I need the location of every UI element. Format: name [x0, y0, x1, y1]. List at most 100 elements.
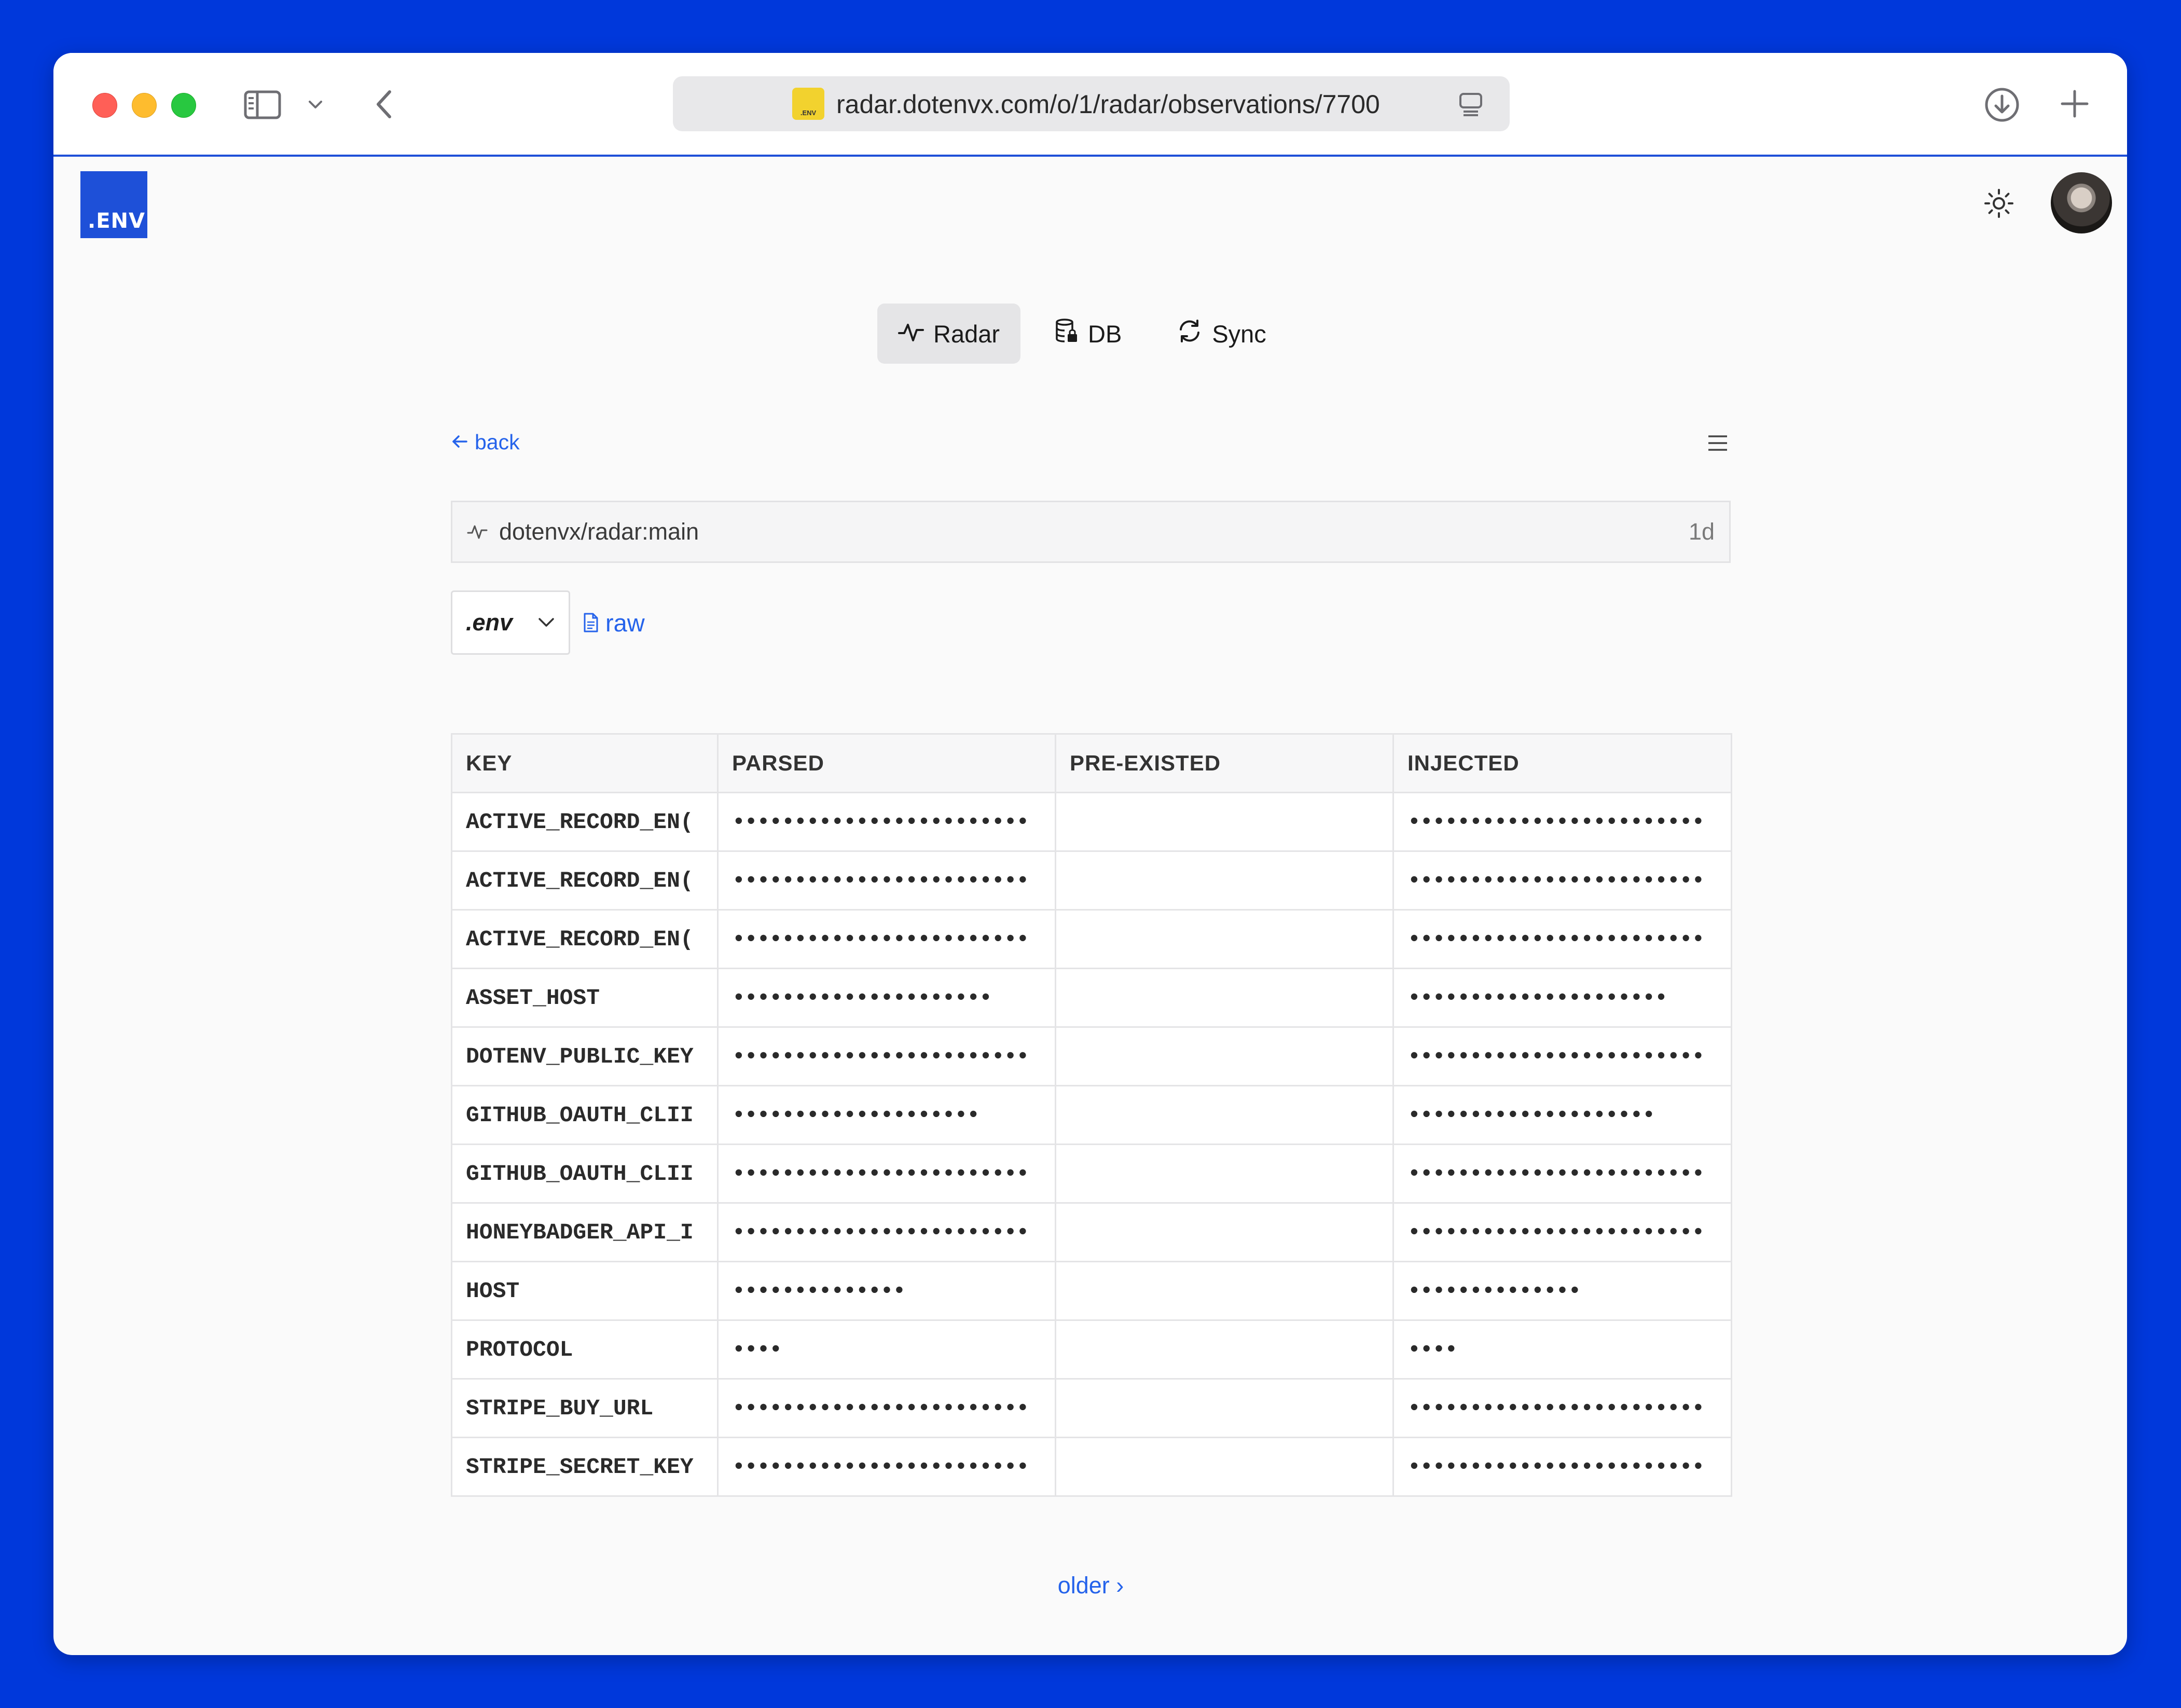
browser-window: .ENV radar.dotenvx.com/o/1/radar/observa… [53, 53, 2127, 1655]
injected-value[interactable]: •••••••••••••••••••••••• [1392, 1437, 1732, 1497]
parsed-value[interactable]: •••••••••••••••••••••••• [717, 909, 1056, 969]
back-link[interactable]: back [451, 430, 520, 454]
raw-link[interactable]: raw [583, 590, 645, 655]
sync-icon [1177, 318, 1203, 350]
chevron-down-icon [537, 617, 555, 628]
parsed-value[interactable]: •••••••••••••••••••••••• [717, 850, 1056, 911]
table-row: HONEYBADGER_API_I •••••••••••••••••••••••… [451, 1202, 1732, 1262]
injected-value[interactable]: •••••••••••••• [1392, 1261, 1732, 1321]
parsed-value[interactable]: •••••••••••••••••••••••• [717, 1026, 1056, 1086]
theme-toggle-sun-icon[interactable] [1978, 183, 2020, 224]
table-row: ACTIVE_RECORD_EN(•••••••••••••••••••••••… [451, 850, 1732, 911]
nav-tab-label: Radar [933, 320, 1000, 348]
older-pagination-link[interactable]: older › [451, 1572, 1731, 1599]
chevron-down-icon[interactable] [305, 94, 326, 115]
preexisted-value [1055, 1202, 1394, 1262]
env-key: HONEYBADGER_API_I [451, 1202, 719, 1262]
env-variables-table: KEY PARSED PRE-EXISTED INJECTED ACTIVE_R… [451, 733, 1732, 1497]
table-row: ACTIVE_RECORD_EN(•••••••••••••••••••••••… [451, 792, 1732, 852]
env-key: GITHUB_OAUTH_CLII [451, 1085, 719, 1145]
dotenv-logo[interactable]: .ENV [80, 171, 147, 238]
table-row: GITHUB_OAUTH_CLII•••••••••••••••••••••••… [451, 1085, 1732, 1145]
preexisted-value [1055, 1144, 1394, 1204]
nav-tab-sync[interactable]: Sync [1156, 304, 1287, 364]
column-header-injected: INJECTED [1392, 733, 1732, 793]
env-key: DOTENV_PUBLIC_KEY [451, 1026, 719, 1086]
close-window-button[interactable] [92, 93, 117, 118]
table-row: STRIPE_BUY_URL •••••••••••••••••••••••• ••… [451, 1378, 1732, 1438]
activity-icon [898, 320, 924, 348]
injected-value[interactable]: •••••••••••••••••••••••• [1392, 792, 1732, 852]
minimize-window-button[interactable] [132, 93, 157, 118]
table-row: STRIPE_SECRET_KEY •••••••••••••••••••••••… [451, 1437, 1732, 1497]
preexisted-value [1055, 850, 1394, 911]
env-key: STRIPE_SECRET_KEY [451, 1437, 719, 1497]
env-key: ACTIVE_RECORD_EN( [451, 909, 719, 969]
maximize-window-button[interactable] [171, 93, 196, 118]
preexisted-value [1055, 1026, 1394, 1086]
env-file-select[interactable]: .env [451, 590, 570, 655]
preexisted-value [1055, 1261, 1394, 1321]
table-row: PROTOCOL •••• •••• [451, 1319, 1732, 1380]
injected-value[interactable]: •••••••••••••••••••• [1392, 1085, 1732, 1145]
table-header-row: KEY PARSED PRE-EXISTED INJECTED [451, 733, 1732, 793]
injected-value[interactable]: •••••••••••••••••••••••• [1392, 850, 1732, 911]
injected-value[interactable]: •••• [1392, 1319, 1732, 1380]
env-key: ACTIVE_RECORD_EN( [451, 792, 719, 852]
activity-icon [467, 524, 488, 540]
preexisted-value [1055, 968, 1394, 1028]
parsed-value[interactable]: •••••••••••••• [717, 1261, 1056, 1321]
preexisted-value [1055, 1378, 1394, 1438]
preexisted-value [1055, 1085, 1394, 1145]
downloads-icon[interactable] [1982, 85, 2022, 125]
table-row: HOST •••••••••••••• •••••••••••••• [451, 1261, 1732, 1321]
parsed-value[interactable]: •••••••••••••••••••••••• [717, 1144, 1056, 1204]
parsed-value[interactable]: •••••••••••••••••••••••• [717, 1378, 1056, 1438]
env-key: STRIPE_BUY_URL [451, 1378, 719, 1438]
table-row: GITHUB_OAUTH_CLII•••••••••••••••••••••••… [451, 1144, 1732, 1204]
back-arrow-icon[interactable] [371, 87, 397, 121]
nav-tab-label: DB [1088, 320, 1122, 348]
browser-toolbar: .ENV radar.dotenvx.com/o/1/radar/observa… [53, 53, 2127, 157]
nav-tab-label: Sync [1212, 320, 1266, 348]
injected-value[interactable]: ••••••••••••••••••••• [1392, 968, 1732, 1028]
parsed-value[interactable]: •••• [717, 1319, 1056, 1380]
older-label[interactable]: older › [1058, 1572, 1124, 1599]
env-key: ACTIVE_RECORD_EN( [451, 850, 719, 911]
preexisted-value [1055, 1319, 1394, 1380]
observation-age: 1d [1688, 518, 1715, 545]
arrow-left-icon [451, 430, 468, 454]
nav-tab-db[interactable]: DB [1034, 304, 1142, 364]
reader-mode-icon[interactable] [1456, 91, 1485, 118]
injected-value[interactable]: •••••••••••••••••••••••• [1392, 1144, 1732, 1204]
parsed-value[interactable]: ••••••••••••••••••••• [717, 968, 1056, 1028]
env-key: ASSET_HOST [451, 968, 719, 1028]
new-tab-plus-icon[interactable] [2058, 87, 2091, 120]
preexisted-value [1055, 909, 1394, 969]
parsed-value[interactable]: •••••••••••••••••••• [717, 1085, 1056, 1145]
url-text: radar.dotenvx.com/o/1/radar/observations… [836, 90, 1380, 119]
parsed-value[interactable]: •••••••••••••••••••••••• [717, 792, 1056, 852]
raw-label: raw [605, 609, 645, 637]
column-header-key: KEY [451, 733, 719, 793]
env-key: GITHUB_OAUTH_CLII [451, 1144, 719, 1204]
column-header-parsed: PARSED [717, 733, 1056, 793]
back-label: back [475, 430, 520, 454]
injected-value[interactable]: •••••••••••••••••••••••• [1392, 1026, 1732, 1086]
address-bar[interactable]: .ENV radar.dotenvx.com/o/1/radar/observa… [673, 76, 1510, 131]
table-row: ACTIVE_RECORD_EN(•••••••••••••••••••••••… [451, 909, 1732, 969]
parsed-value[interactable]: •••••••••••••••••••••••• [717, 1202, 1056, 1262]
column-header-preexisted: PRE-EXISTED [1055, 733, 1394, 793]
main-nav: Radar DB Sync [877, 304, 1287, 364]
parsed-value[interactable]: •••••••••••••••••••••••• [717, 1437, 1056, 1497]
nav-tab-radar[interactable]: Radar [877, 304, 1021, 364]
observation-ref-card: dotenvx/radar:main 1d [451, 501, 1731, 563]
preexisted-value [1055, 1437, 1394, 1497]
hamburger-menu-icon[interactable] [1705, 430, 1731, 456]
user-avatar[interactable] [2051, 172, 2112, 233]
sidebar-toggle-icon[interactable] [243, 88, 282, 121]
injected-value[interactable]: •••••••••••••••••••••••• [1392, 1378, 1732, 1438]
repo-branch-ref: dotenvx/radar:main [499, 518, 699, 545]
injected-value[interactable]: •••••••••••••••••••••••• [1392, 909, 1732, 969]
injected-value[interactable]: •••••••••••••••••••••••• [1392, 1202, 1732, 1262]
